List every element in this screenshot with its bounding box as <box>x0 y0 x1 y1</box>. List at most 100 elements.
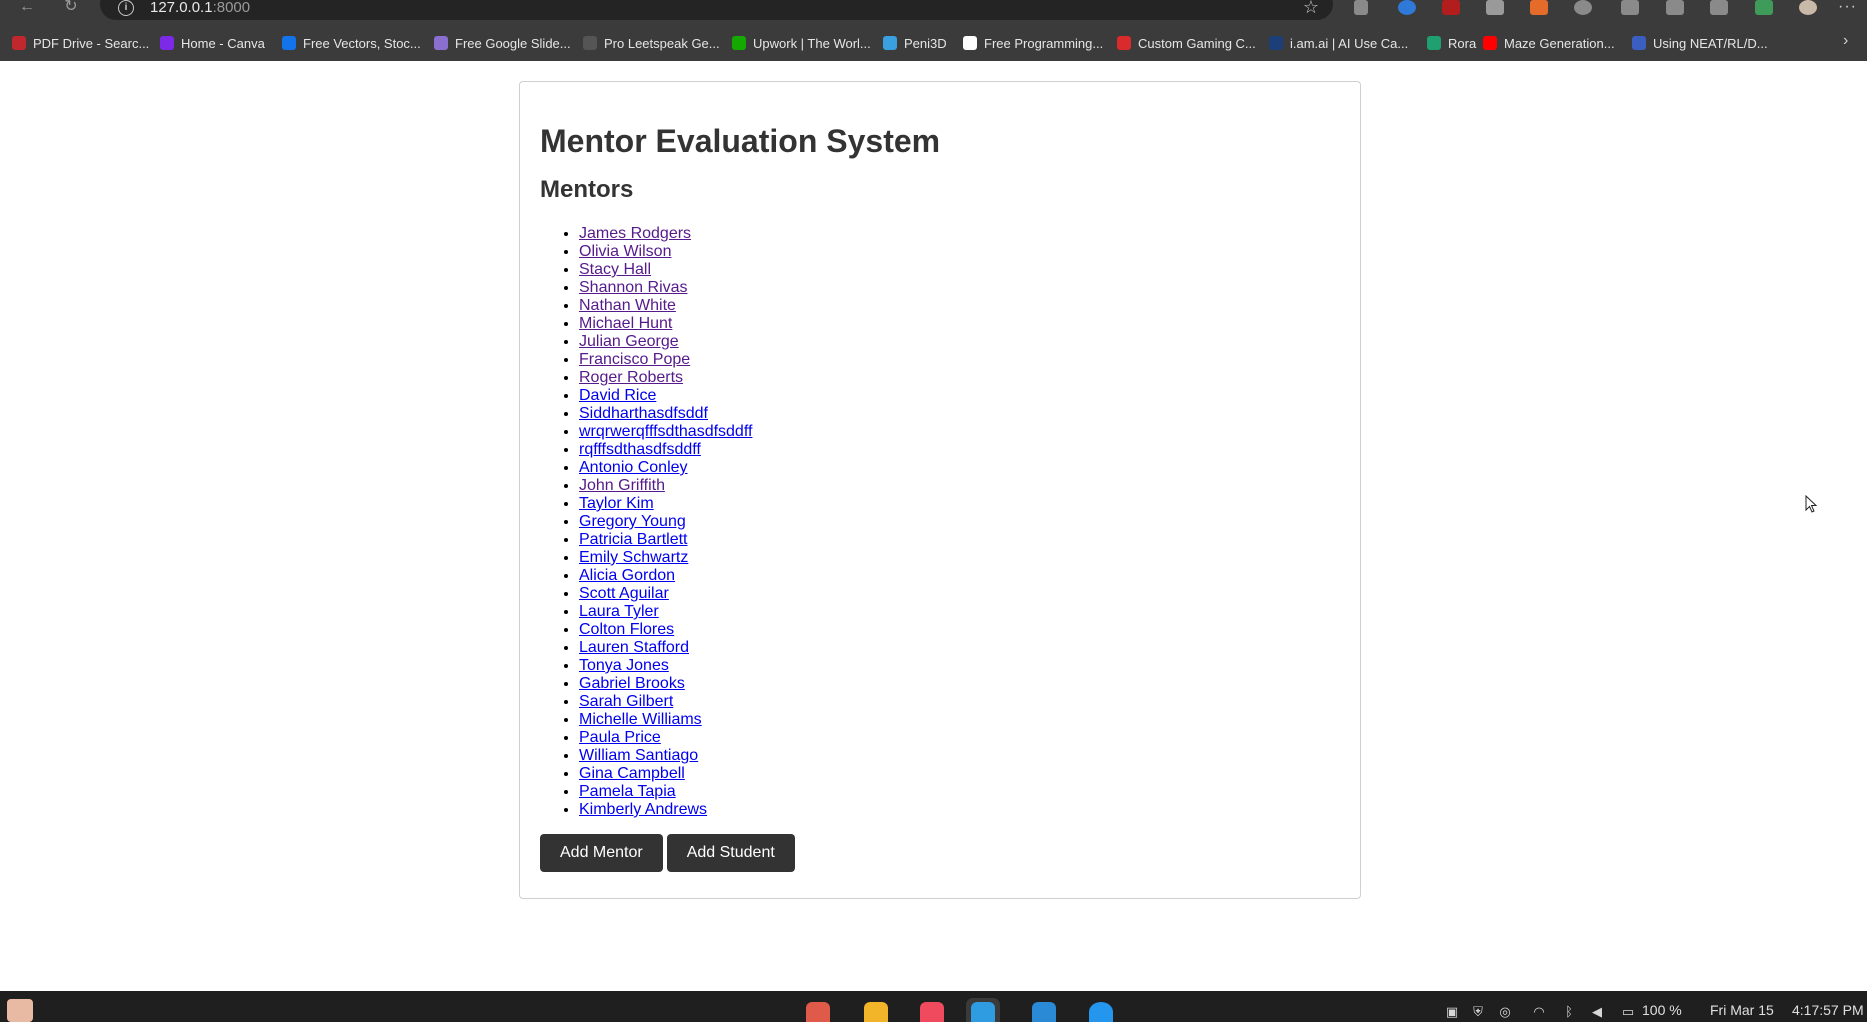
bookmark-label: Free Vectors, Stoc... <box>303 35 421 51</box>
bookmark-item[interactable]: Custom Gaming C... <box>1117 34 1256 52</box>
list-item: Michael Hunt <box>579 315 1340 333</box>
gaming-icon <box>1117 36 1131 50</box>
mentor-link[interactable]: Patricia Bartlett <box>579 531 687 548</box>
favorites-icon[interactable] <box>1666 0 1684 15</box>
bookmark-item[interactable]: Free Programming... <box>963 34 1103 52</box>
mentor-link[interactable]: David Rice <box>579 387 656 404</box>
docker-tray-icon[interactable]: ▣ <box>1445 1005 1459 1019</box>
wifi-icon[interactable]: ◠ <box>1532 1005 1546 1019</box>
mentor-link[interactable]: Emily Schwartz <box>579 549 688 566</box>
mentor-link[interactable]: Michelle Williams <box>579 711 702 728</box>
mentor-link[interactable]: Laura Tyler <box>579 603 659 620</box>
bookmark-item[interactable]: Pro Leetspeak Ge... <box>583 34 720 52</box>
performance-icon[interactable] <box>1755 0 1773 15</box>
mentor-link[interactable]: Francisco Pope <box>579 351 690 368</box>
bookmark-item[interactable]: Upwork | The Worl... <box>732 34 871 52</box>
mentor-link[interactable]: Gabriel Brooks <box>579 675 685 692</box>
mentor-link[interactable]: John Griffith <box>579 477 665 494</box>
battery-icon[interactable]: ▭ <box>1621 1005 1635 1019</box>
bookmark-item[interactable]: PDF Drive - Searc... <box>12 34 149 52</box>
mentor-link[interactable]: Lauren Stafford <box>579 639 689 656</box>
profile-avatar[interactable] <box>1799 0 1817 15</box>
mentor-link[interactable]: Kimberly Andrews <box>579 801 707 818</box>
mentor-link[interactable]: rqfffsdthasdfsddff <box>579 441 701 458</box>
battery-saver-icon[interactable] <box>1486 0 1504 15</box>
list-item: Scott Aguilar <box>579 585 1340 603</box>
mentor-link[interactable]: Gregory Young <box>579 513 686 530</box>
rora-icon <box>1427 36 1441 50</box>
mentor-link[interactable]: Tonya Jones <box>579 657 669 674</box>
bookmark-star-icon[interactable]: ☆ <box>1303 0 1319 16</box>
mentor-link[interactable]: Michael Hunt <box>579 315 672 332</box>
mentor-link[interactable]: James Rodgers <box>579 225 691 242</box>
list-item: John Griffith <box>579 477 1340 495</box>
list-item: Lauren Stafford <box>579 639 1340 657</box>
bluetooth-icon[interactable]: ᛒ <box>1562 1005 1576 1019</box>
list-item: Paula Price <box>579 729 1340 747</box>
mentor-link[interactable]: Stacy Hall <box>579 261 651 278</box>
bookmark-item[interactable]: Peni3D <box>883 34 947 52</box>
bookmark-item[interactable]: Using NEAT/RL/D... <box>1632 34 1768 52</box>
reload-icon[interactable]: ↻ <box>61 0 81 16</box>
mentor-link[interactable]: Scott Aguilar <box>579 585 669 602</box>
add-student-button[interactable]: Add Student <box>666 834 795 872</box>
extensions-puzzle-icon[interactable] <box>1574 0 1592 15</box>
volume-icon[interactable]: ◀ <box>1590 1005 1604 1019</box>
bookmark-item[interactable]: Rora <box>1427 34 1476 52</box>
address-bar[interactable]: i 127.0.0.1:8000 ☆ <box>100 0 1333 20</box>
mouse-cursor-icon <box>1805 495 1817 513</box>
taskbar-edge-icon[interactable] <box>966 998 1000 1022</box>
more-menu-icon[interactable]: ··· <box>1838 0 1857 16</box>
mentor-link[interactable]: Alicia Gordon <box>579 567 675 584</box>
reading-list-icon[interactable] <box>1354 0 1368 15</box>
taskbar-docker-icon[interactable] <box>1084 998 1118 1022</box>
mentor-link[interactable]: William Santiago <box>579 747 698 764</box>
bookmark-item[interactable]: Home - Canva <box>160 34 265 52</box>
taskbar-music-icon[interactable] <box>915 998 949 1022</box>
list-item: Taylor Kim <box>579 495 1340 513</box>
mentor-link[interactable]: Taylor Kim <box>579 495 654 512</box>
bookmark-label: i.am.ai | AI Use Ca... <box>1290 35 1409 51</box>
mentor-link[interactable]: wrqrwerqfffsdthasdfsddff <box>579 423 752 440</box>
bookmark-item[interactable]: Free Vectors, Stoc... <box>282 34 421 52</box>
extension-orange-icon[interactable] <box>1530 0 1548 15</box>
url-text[interactable]: 127.0.0.1:8000 <box>150 0 250 16</box>
site-info-icon[interactable]: i <box>118 0 134 16</box>
list-item: Gabriel Brooks <box>579 675 1340 693</box>
bookmark-item[interactable]: Free Google Slide... <box>434 34 571 52</box>
mentor-link[interactable]: Julian George <box>579 333 679 350</box>
taskbar-files-icon[interactable] <box>859 998 893 1022</box>
iamai-icon <box>1269 36 1283 50</box>
mentor-link[interactable]: Colton Flores <box>579 621 674 638</box>
downloads-icon[interactable] <box>1710 0 1728 15</box>
list-item: Patricia Bartlett <box>579 531 1340 549</box>
battery-percent: 100 % <box>1642 1002 1682 1018</box>
extension-blue-icon[interactable] <box>1398 0 1416 15</box>
mentor-link[interactable]: Gina Campbell <box>579 765 685 782</box>
app-launcher-icon[interactable] <box>7 999 33 1022</box>
shield-tray-icon[interactable]: ⛨ <box>1471 1005 1485 1019</box>
list-item: Emily Schwartz <box>579 549 1340 567</box>
clock-date[interactable]: Fri Mar 15 <box>1710 1000 1774 1020</box>
bookmarks-overflow-chevron-icon[interactable]: › <box>1843 32 1848 50</box>
ublock-icon[interactable] <box>1442 0 1460 15</box>
clock-time[interactable]: 4:17:57 PM <box>1792 1000 1864 1020</box>
bookmark-item[interactable]: i.am.ai | AI Use Ca... <box>1269 34 1408 52</box>
taskbar-app-screenshot-icon[interactable] <box>801 998 835 1022</box>
mentor-link[interactable]: Paula Price <box>579 729 661 746</box>
back-arrow-icon[interactable]: ← <box>17 0 37 16</box>
mentor-link[interactable]: Shannon Rivas <box>579 279 688 296</box>
add-mentor-button[interactable]: Add Mentor <box>540 834 663 872</box>
sync-tray-icon[interactable]: ◎ <box>1498 1005 1512 1019</box>
mentor-link[interactable]: Nathan White <box>579 297 676 314</box>
mentor-link[interactable]: Roger Roberts <box>579 369 683 386</box>
bookmark-item[interactable]: Maze Generation... <box>1483 34 1615 52</box>
split-screen-icon[interactable] <box>1621 0 1639 15</box>
mentor-link[interactable]: Siddharthasdfsddf <box>579 405 708 422</box>
mentor-link[interactable]: Sarah Gilbert <box>579 693 673 710</box>
mentor-link[interactable]: Pamela Tapia <box>579 783 676 800</box>
page-title: Mentor Evaluation System <box>540 123 941 159</box>
taskbar-vscode-icon[interactable] <box>1027 998 1061 1022</box>
mentor-link[interactable]: Antonio Conley <box>579 459 688 476</box>
mentor-link[interactable]: Olivia Wilson <box>579 243 671 260</box>
